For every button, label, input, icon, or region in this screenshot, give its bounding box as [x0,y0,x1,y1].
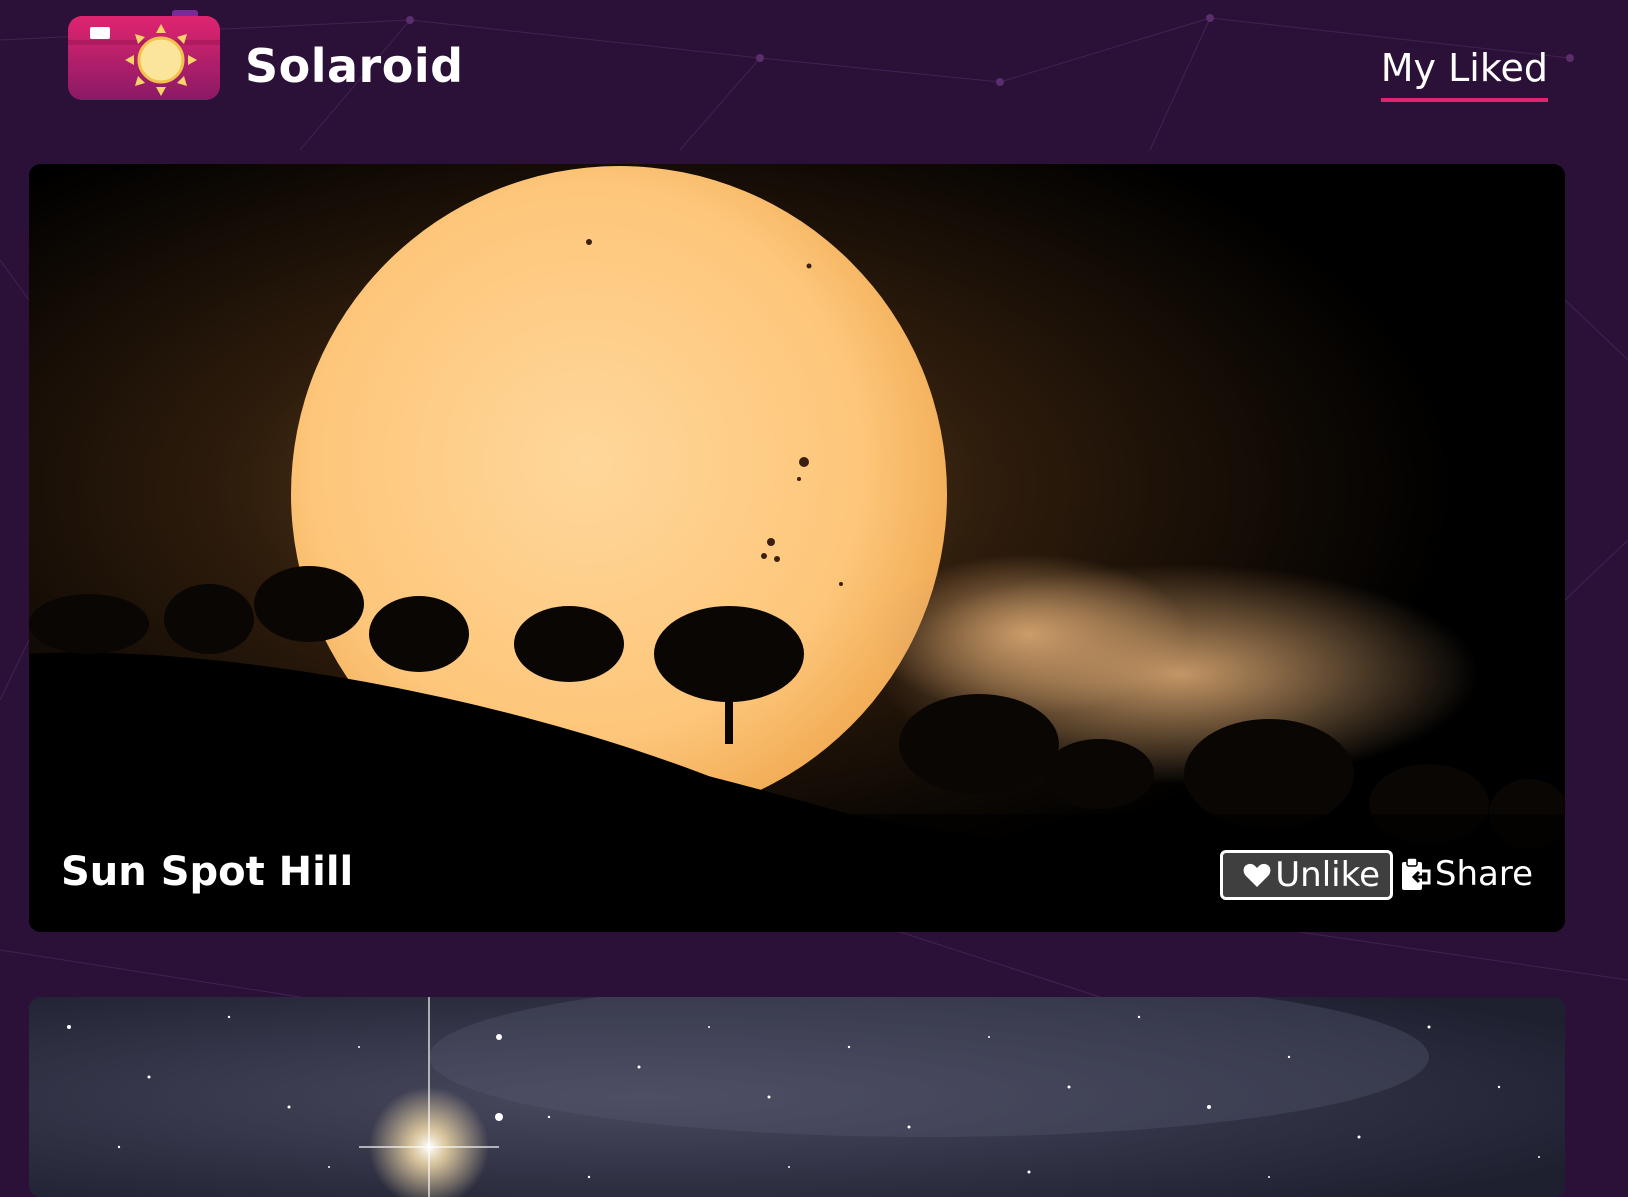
nav-my-liked-link[interactable]: My Liked [1380,42,1548,102]
share-button[interactable]: Share [1401,850,1533,898]
camera-sun-logo-icon[interactable] [68,10,220,100]
card-title: Sun Spot Hill [61,849,354,895]
top-header: Solaroid My Liked [0,0,1628,150]
brand-name[interactable]: Solaroid [245,38,464,94]
heart-icon [1243,863,1271,887]
unlike-label: Unlike [1275,855,1380,895]
clipboard-share-icon [1401,857,1431,890]
photo-card: Sun Spot Hill Unlike Share [29,164,1565,932]
share-label: Share [1434,854,1533,894]
card-footer: Sun Spot Hill Unlike Share [29,822,1565,932]
starfield-photo [29,997,1565,1197]
sun-spot-hill-photo [29,164,1565,932]
unlike-button[interactable]: Unlike [1220,850,1393,900]
photo-card [29,997,1565,1197]
